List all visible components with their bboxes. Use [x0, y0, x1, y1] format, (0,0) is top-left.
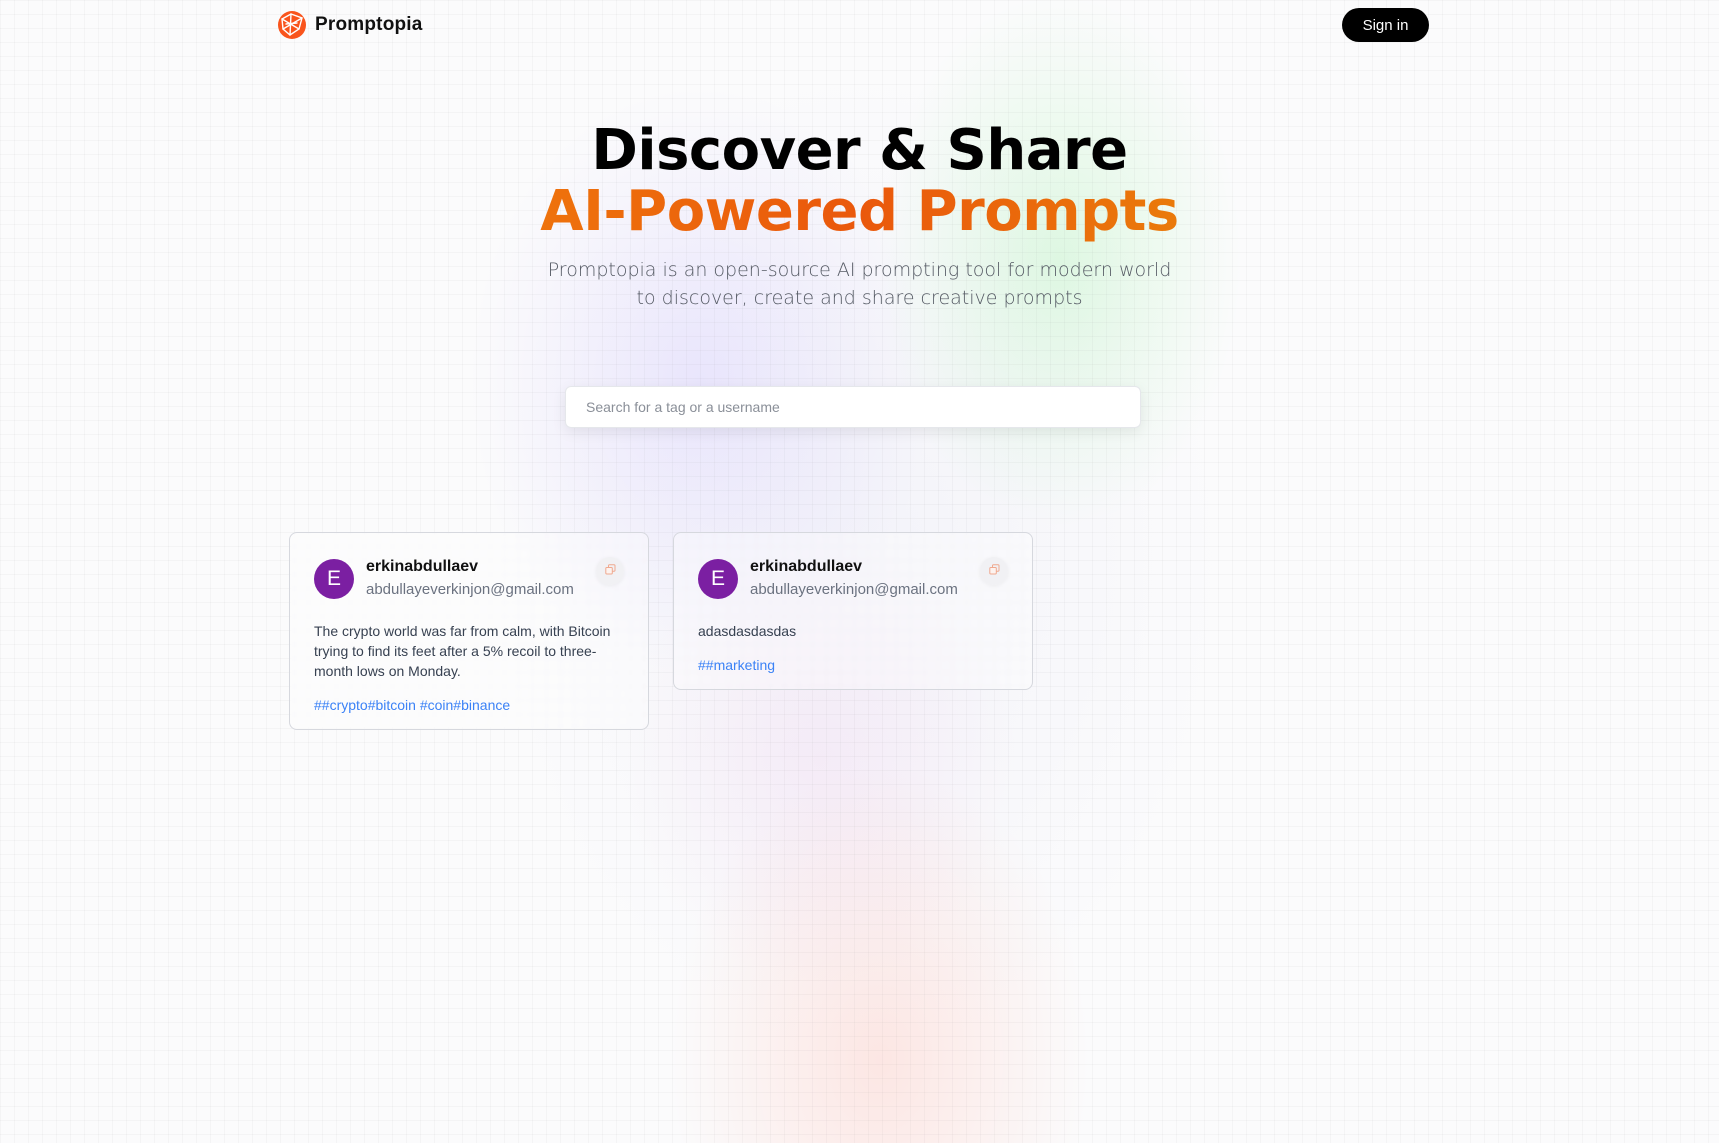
sign-in-button[interactable]: Sign in — [1342, 8, 1429, 42]
prompt-text: The crypto world was far from calm, with… — [314, 623, 611, 679]
brand-link[interactable]: Promptopia — [277, 10, 423, 40]
card-header: E erkinabdullaev abdullayeverkinjon@gmai… — [314, 557, 624, 600]
top-nav: Promptopia Sign in — [277, 8, 1429, 42]
hero-description: Promptopia is an open-source AI promptin… — [547, 259, 1172, 309]
copy-button[interactable] — [596, 557, 624, 585]
copy-icon — [604, 562, 616, 580]
copy-icon — [988, 562, 1000, 580]
hero-section: Discover & Share AI-Powered Prompts Prom… — [0, 120, 1719, 312]
page: Promptopia Sign in Discover & Share AI-P… — [0, 0, 1719, 1143]
prompt-card: E erkinabdullaev abdullayeverkinjon@gmai… — [289, 532, 649, 730]
username: erkinabdullaev — [366, 558, 479, 575]
username: erkinabdullaev — [750, 558, 863, 575]
hero-title-line2: AI-Powered Prompts — [0, 181, 1719, 242]
search-input[interactable] — [565, 386, 1141, 428]
email: abdullayeverkinjon@gmail.com — [750, 581, 958, 598]
avatar[interactable]: E — [698, 559, 738, 599]
user-info[interactable]: erkinabdullaev abdullayeverkinjon@gmail.… — [750, 557, 958, 600]
copy-button[interactable] — [980, 557, 1008, 585]
prompt-text: adasdasdasdas — [698, 623, 797, 639]
user-info[interactable]: erkinabdullaev abdullayeverkinjon@gmail.… — [366, 557, 574, 600]
search-form — [565, 386, 1141, 428]
hero-title: Discover & Share AI-Powered Prompts — [0, 120, 1719, 242]
email: abdullayeverkinjon@gmail.com — [366, 581, 574, 598]
avatar[interactable]: E — [314, 559, 354, 599]
prompt-tags[interactable]: ##marketing — [698, 657, 1008, 673]
hero-title-line1: Discover & Share — [591, 118, 1128, 183]
logo-icon — [277, 10, 307, 40]
prompt-card: E erkinabdullaev abdullayeverkinjon@gmai… — [673, 532, 1033, 690]
brand-name: Promptopia — [315, 14, 423, 35]
prompt-tags[interactable]: ##crypto#bitcoin #coin#binance — [314, 697, 624, 713]
card-header: E erkinabdullaev abdullayeverkinjon@gmai… — [698, 557, 1008, 600]
